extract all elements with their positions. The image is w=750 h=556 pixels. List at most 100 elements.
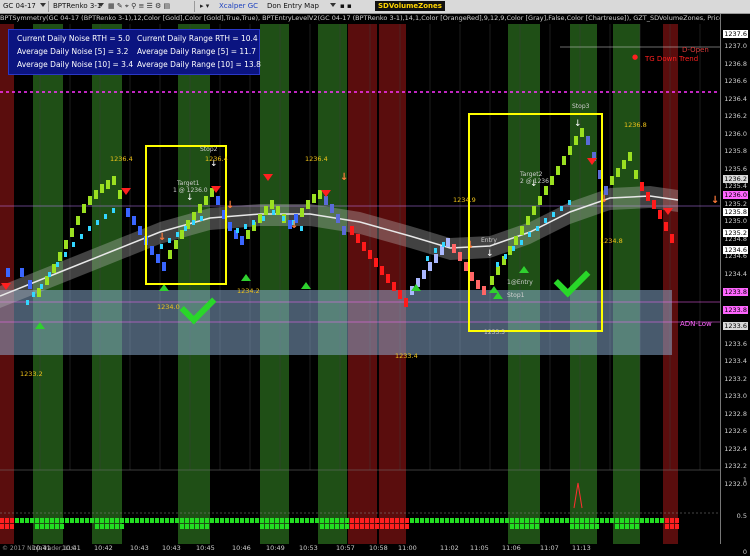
histogram-bar	[85, 518, 89, 523]
histogram-bar	[225, 518, 229, 523]
histogram-bar	[635, 518, 639, 523]
red-zone	[348, 24, 377, 544]
histogram-bar	[115, 524, 119, 529]
green-zone	[613, 24, 640, 544]
histogram-bar	[95, 524, 99, 529]
histogram-bar	[190, 518, 194, 523]
histogram-bar	[365, 524, 369, 529]
price-bar	[180, 230, 184, 239]
histogram-bar	[395, 518, 399, 523]
histogram-bar	[355, 524, 359, 529]
price-bar	[58, 252, 62, 261]
time-axis-label: 11:05	[470, 544, 489, 552]
histogram-bar	[280, 518, 284, 523]
green-zone	[318, 24, 347, 544]
histogram-bar	[385, 524, 389, 529]
histogram-bar	[620, 518, 624, 523]
support-bar	[168, 238, 171, 243]
histogram-bar	[660, 518, 664, 523]
support-bar	[96, 220, 99, 225]
histogram-bar	[330, 524, 334, 529]
histogram-bar	[395, 524, 399, 529]
price-bar	[342, 226, 346, 235]
histogram-bar	[260, 524, 264, 529]
histogram-bar	[585, 524, 589, 529]
histogram-bar	[370, 518, 374, 523]
histogram-bar	[670, 524, 674, 529]
histogram-bar	[175, 518, 179, 523]
price-axis-label: 1234.4	[724, 269, 747, 278]
price-axis-label: 1235.0	[724, 217, 747, 225]
target2-label-sub: 2 @ 1236	[520, 178, 549, 185]
histogram-bar	[440, 518, 444, 523]
histogram-bar	[60, 518, 64, 523]
price-marker: 1236.0	[723, 191, 748, 199]
histogram-bar	[630, 518, 634, 523]
price-bar	[380, 266, 384, 275]
price-bar	[6, 268, 10, 277]
price-bar	[404, 298, 408, 307]
buy-signal-icon	[159, 284, 169, 291]
support-bar	[184, 226, 187, 231]
price-bar	[526, 216, 530, 225]
histogram-bar	[20, 518, 24, 523]
price-bar	[368, 250, 372, 259]
histogram-bar	[30, 518, 34, 523]
histogram-bar	[365, 518, 369, 523]
d-open-label: D-Open	[682, 46, 709, 54]
price-tag: 1234.2	[237, 287, 260, 295]
histogram-bar	[535, 524, 539, 529]
histogram-bar	[0, 524, 4, 529]
time-axis-label: 10:42	[94, 544, 113, 552]
support-bar	[520, 240, 523, 245]
histogram-bar	[415, 518, 419, 523]
support-bar	[544, 218, 547, 223]
histogram-bar	[315, 518, 319, 523]
current-range-rth: Current Daily Range RTH = 10.4	[137, 34, 258, 43]
histogram-bar	[570, 518, 574, 523]
price-tag: 1234.8	[600, 237, 623, 245]
volume-zone	[0, 290, 672, 355]
histogram-bar	[55, 518, 59, 523]
support-bar	[176, 232, 179, 237]
histogram-bar	[570, 524, 574, 529]
histogram-bar	[10, 518, 14, 523]
histogram-bar	[285, 518, 289, 523]
time-axis-label: 10:57	[336, 544, 355, 552]
histogram-bar	[520, 518, 524, 523]
support-bar	[244, 224, 247, 229]
histogram-bar	[655, 518, 659, 523]
time-axis-label: 10:46	[232, 544, 251, 552]
price-bar	[100, 184, 104, 193]
histogram-bar	[320, 524, 324, 529]
histogram-bar	[465, 518, 469, 523]
histogram-bar	[80, 518, 84, 523]
histogram-bar	[160, 518, 164, 523]
histogram-bar	[585, 518, 589, 523]
price-bar	[324, 196, 328, 205]
support-bar	[426, 256, 429, 261]
price-axis[interactable]: 1237.0 1236.8 1236.6 1236.4 1236.2 1236.0 1235…	[720, 14, 750, 556]
histogram-bar	[625, 518, 629, 523]
histogram-bar	[650, 518, 654, 523]
histogram-bar	[580, 518, 584, 523]
histogram-bar	[185, 524, 189, 529]
histogram-bar	[420, 518, 424, 523]
support-bar	[40, 284, 43, 289]
histogram-bar	[355, 518, 359, 523]
buy-signal-icon	[301, 282, 311, 289]
price-bar	[82, 204, 86, 213]
histogram-bar	[375, 524, 379, 529]
tg-down-trend-label: TG Down Trend	[645, 55, 699, 63]
price-bar	[398, 290, 402, 299]
price-bar	[574, 136, 578, 145]
support-bar	[112, 208, 115, 213]
price-tag: 1236.4	[205, 155, 228, 163]
histogram-bar	[145, 518, 149, 523]
histogram-bar	[675, 518, 679, 523]
price-bar	[204, 196, 208, 205]
price-bar	[118, 190, 122, 199]
histogram-bar	[135, 518, 139, 523]
histogram-bar	[405, 524, 409, 529]
price-chart[interactable]: ↓↓↓↓↓↓ ↓↓↓↓↓↓	[0, 0, 750, 555]
